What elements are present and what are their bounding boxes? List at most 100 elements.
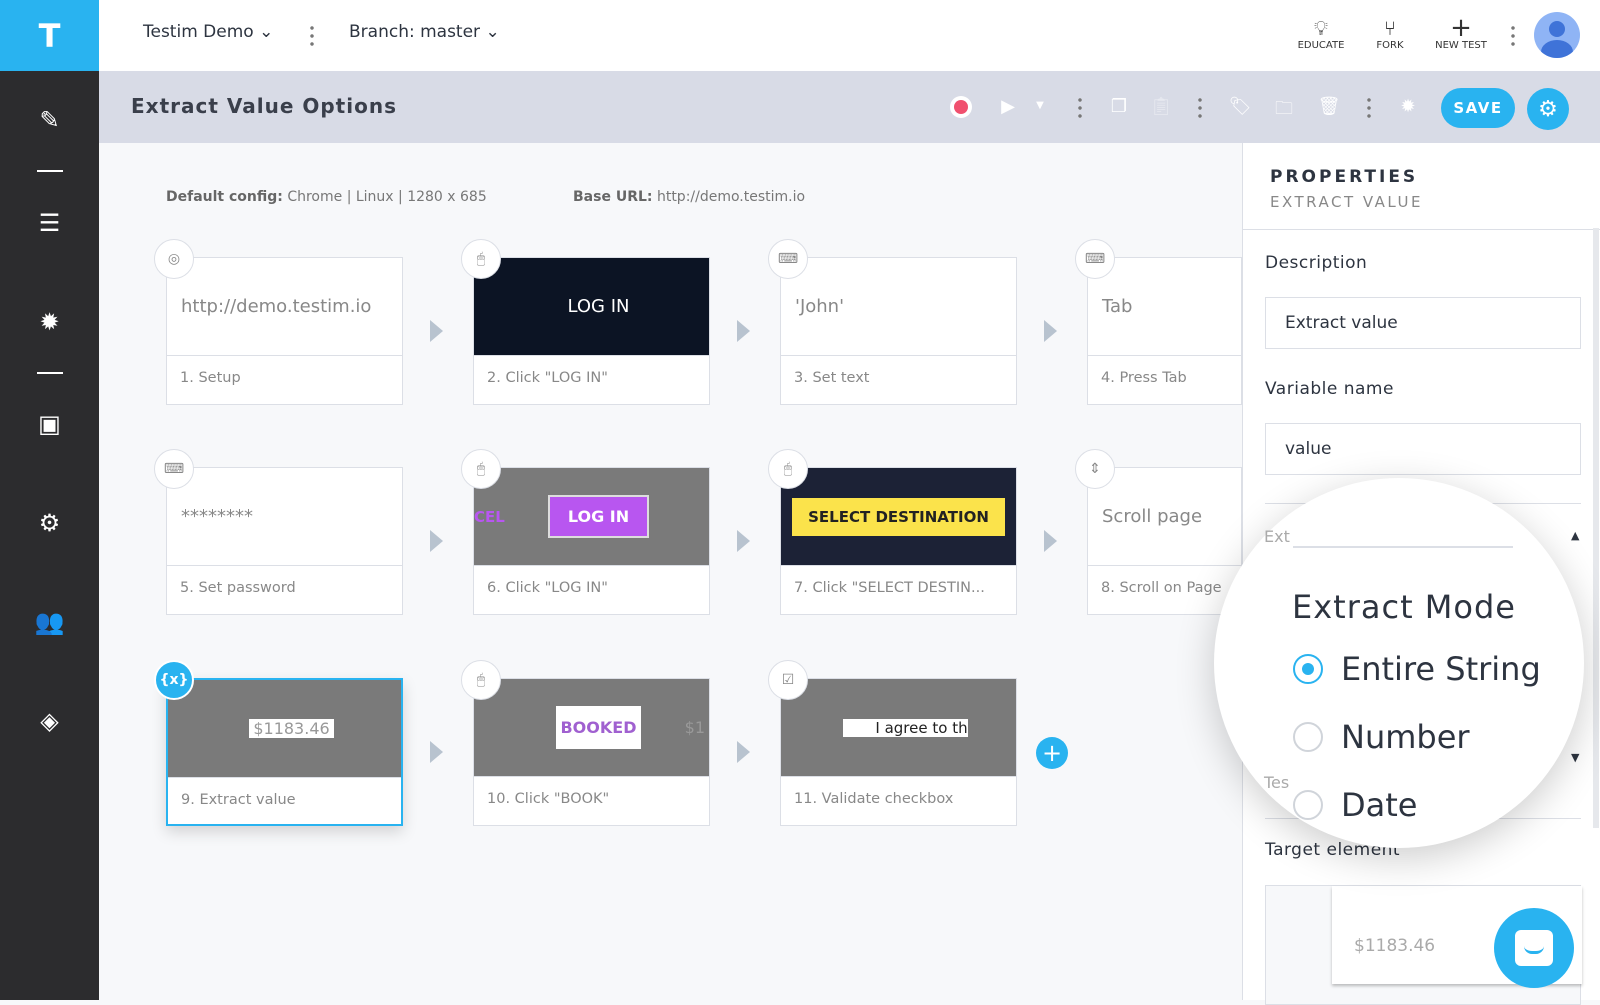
step-preview: ******** xyxy=(167,468,402,566)
arrow-icon xyxy=(430,741,443,763)
divider xyxy=(310,24,314,46)
page-title: Extract Value Options xyxy=(131,94,397,118)
description-input[interactable]: Extract value xyxy=(1265,297,1581,349)
mask-icon[interactable]: ◈ xyxy=(0,701,99,741)
avatar[interactable] xyxy=(1534,12,1580,58)
scroll-icon: ⇕ xyxy=(1075,449,1115,489)
variable-icon: {x} xyxy=(154,660,194,700)
chevron-down-icon: ⌄ xyxy=(259,22,274,42)
step-label: 10. Click "BOOK" xyxy=(487,791,610,807)
step-card[interactable]: I agree to th 11. Validate checkbox xyxy=(780,678,1017,826)
step-preview: I agree to th xyxy=(781,679,1016,777)
settings-icon[interactable]: ⚙ xyxy=(0,503,99,543)
playlist-icon[interactable]: ▣ xyxy=(0,404,99,444)
sidebar: T ✎ ☰ ✹ ▣ ⚙ 👥 ◈ xyxy=(0,0,99,1000)
step-preview: http://demo.testim.io xyxy=(167,258,402,356)
divider xyxy=(1198,96,1202,118)
step-label: 4. Press Tab xyxy=(1101,370,1187,386)
config-label: Default config: xyxy=(166,189,283,205)
step-card[interactable]: LOG IN 2. Click "LOG IN" xyxy=(473,257,710,405)
branch-dropdown[interactable]: Branch: master ⌄ xyxy=(349,22,500,42)
project-dropdown[interactable]: Testim Demo ⌄ xyxy=(143,22,273,42)
panel-subheading: EXTRACT VALUE xyxy=(1270,193,1423,211)
bug-icon[interactable]: ✹ xyxy=(0,302,99,342)
save-button[interactable]: SAVE xyxy=(1441,88,1515,128)
step-preview: SELECT DESTINATION xyxy=(781,468,1016,566)
step-label: 9. Extract value xyxy=(181,792,296,808)
step-card[interactable]: ******** 5. Set password xyxy=(166,467,403,615)
record-button[interactable] xyxy=(950,96,972,118)
new-test-label: NEW TEST xyxy=(1435,40,1487,51)
edit-icon[interactable]: ✎ xyxy=(0,100,99,140)
step-card[interactable]: $1183.46 9. Extract value xyxy=(166,678,403,826)
play-options-dropdown[interactable]: ▼ xyxy=(1028,100,1052,111)
educate-button[interactable]: 💡︎ EDUCATE xyxy=(1286,16,1356,51)
mouse-icon: 🖱︎ xyxy=(461,660,501,700)
fork-button[interactable]: ⑂ FORK xyxy=(1355,16,1425,51)
arrow-icon xyxy=(737,741,750,763)
step-card[interactable]: $1 BOOKED 10. Click "BOOK" xyxy=(473,678,710,826)
scrollbar[interactable] xyxy=(1593,228,1599,828)
bug-icon[interactable]: ✹ xyxy=(1396,96,1420,117)
chat-button[interactable] xyxy=(1494,908,1574,988)
description-label: Description xyxy=(1265,253,1368,273)
config-value: Chrome | Linux | 1280 x 685 xyxy=(287,189,487,205)
new-test-button[interactable]: + NEW TEST xyxy=(1426,15,1496,51)
trash-icon[interactable]: 🗑︎ xyxy=(1317,96,1341,117)
radio-date[interactable]: Date xyxy=(1293,786,1417,824)
mouse-icon: 🖱︎ xyxy=(461,239,501,279)
step-card[interactable]: SELECT DESTINATION 7. Click "SELECT DESTI… xyxy=(780,467,1017,615)
step-card[interactable]: Tab 4. Press Tab xyxy=(1087,257,1242,405)
add-folder-icon[interactable]: 🗀 xyxy=(1272,96,1296,126)
step-preview: LOG IN xyxy=(474,258,709,356)
add-step-button[interactable]: + xyxy=(1036,737,1068,769)
fork-icon: ⑂ xyxy=(1384,16,1396,40)
caret-down-icon[interactable]: ▼ xyxy=(1571,751,1579,764)
educate-label: EDUCATE xyxy=(1297,40,1345,51)
arrow-icon xyxy=(737,530,750,552)
radio-number[interactable]: Number xyxy=(1293,718,1470,756)
paste-icon[interactable]: 📋︎ xyxy=(1149,96,1173,117)
arrow-icon xyxy=(430,320,443,342)
step-preview-text: LOG IN xyxy=(567,296,630,317)
step-card[interactable]: CEL LOG IN 6. Click "LOG IN" xyxy=(473,467,710,615)
play-icon[interactable]: ▶ xyxy=(996,96,1020,117)
caret-up-icon[interactable]: ▲ xyxy=(1571,529,1579,542)
arrow-icon xyxy=(1044,320,1057,342)
radio-selected-icon xyxy=(1293,654,1323,684)
url-label: Base URL: xyxy=(573,189,653,205)
record-icon xyxy=(954,100,968,114)
lightbulb-icon: 💡︎ xyxy=(1314,16,1328,40)
users-icon[interactable]: 👥 xyxy=(0,602,99,642)
logo[interactable]: T xyxy=(0,0,99,71)
arrow-icon xyxy=(1044,530,1057,552)
step-preview-text: I agree to th xyxy=(843,718,968,737)
divider xyxy=(1367,96,1371,118)
step-preview-text: $1183.46 xyxy=(249,719,334,738)
step-preview: $1 BOOKED xyxy=(474,679,709,777)
copy-icon[interactable]: ❐ xyxy=(1107,96,1131,117)
tag-icon[interactable]: 🏷︎ xyxy=(1228,96,1252,117)
radio-icon xyxy=(1293,722,1323,752)
step-card[interactable]: 'John' 3. Set text xyxy=(780,257,1017,405)
step-preview: Tab xyxy=(1088,258,1241,356)
default-config: Default config: Chrome | Linux | 1280 x … xyxy=(166,189,487,205)
divider xyxy=(1243,229,1600,230)
step-preview-text: ******** xyxy=(181,506,253,527)
radio-entire-string[interactable]: Entire String xyxy=(1293,650,1541,688)
step-preview-text: 'John' xyxy=(795,296,845,317)
step-card[interactable]: http://demo.testim.io 1. Setup xyxy=(166,257,403,405)
step-label: 2. Click "LOG IN" xyxy=(487,370,608,386)
divider xyxy=(1511,24,1515,46)
project-name: Testim Demo xyxy=(143,22,254,42)
step-label: 8. Scroll on Page xyxy=(1101,580,1222,596)
variable-name-label: Variable name xyxy=(1265,379,1394,399)
keyboard-icon: ⌨ xyxy=(154,449,194,489)
properties-gear-button[interactable]: ⚙ xyxy=(1527,88,1569,130)
step-label: 6. Click "LOG IN" xyxy=(487,580,608,596)
panel-heading: PROPERTIES xyxy=(1270,167,1419,187)
variable-name-input[interactable]: value xyxy=(1265,423,1581,475)
step-card[interactable]: Scroll page 8. Scroll on Page xyxy=(1087,467,1242,615)
step-label: 3. Set text xyxy=(794,370,870,386)
list-icon[interactable]: ☰ xyxy=(0,203,99,243)
